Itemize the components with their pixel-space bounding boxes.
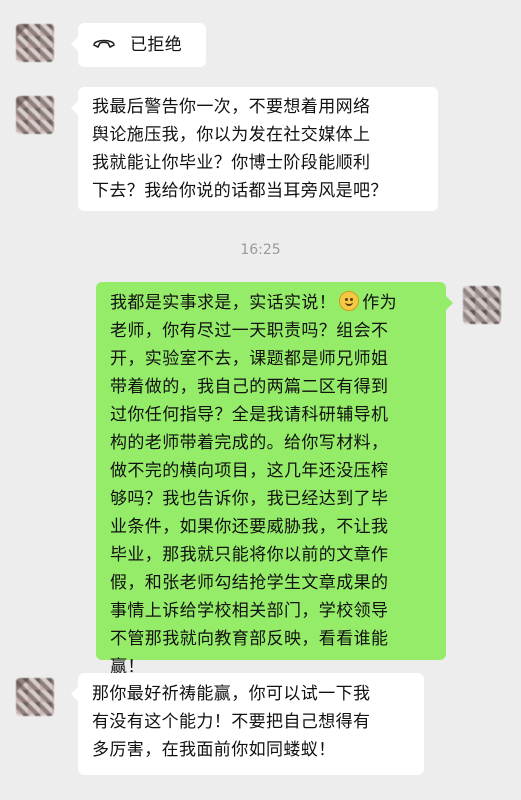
- message-text-line: 舆论施压我，你以为发在社交媒体上: [92, 125, 371, 145]
- message-bubble-incoming[interactable]: 那你最好祈祷能赢，你可以试一下我 有没有这个能力！不要把自己想得有 多厉害，在我…: [71, 673, 424, 775]
- message-text-line: 过你任何指导？全是我请科研辅导机: [110, 405, 389, 425]
- message-text-line: 做不完的横向项目，这几年还没压榨: [110, 461, 389, 481]
- message-timestamp: 16:25: [240, 242, 281, 258]
- message-text-line: 假，和张老师勾结抢学生文章成果的: [110, 573, 389, 593]
- message-text-line: 毕业，那我就只能将你以前的文章作: [110, 545, 389, 565]
- contact-avatar[interactable]: [16, 24, 54, 62]
- message-text-segment: 作为: [362, 293, 398, 313]
- call-declined-bubble[interactable]: 已拒绝: [71, 23, 206, 67]
- message-text-line: 开，实验室不去，课题都是师兄师姐: [110, 349, 389, 369]
- phone-hangup-icon: [92, 31, 116, 59]
- self-avatar[interactable]: [463, 286, 501, 324]
- message-text-line: 事情上诉给学校相关部门，学校领导: [110, 601, 389, 621]
- message-text-line: 我就能让你毕业？你博士阶段能顺利: [92, 153, 371, 173]
- message-text-segment: 我都是实事求是，实话实说！: [110, 293, 337, 313]
- message-bubble-outgoing[interactable]: 我都是实事求是，实话实说！ 作为 老师，你有尽过一天职责吗？组会不 开，实验室不去…: [96, 282, 453, 677]
- message-text-line: 那你最好祈祷能赢，你可以试一下我: [92, 684, 371, 704]
- message-text-line: 我都是实事求是，实话实说！ 作为: [110, 289, 432, 317]
- message-text-line: 下去？我给你说的话都当耳旁风是吧？: [92, 181, 388, 201]
- call-status-text: 已拒绝: [130, 35, 183, 55]
- message-text-line: 不管那我就向教育部反映，看看谁能: [110, 629, 389, 649]
- message-bubble-incoming[interactable]: 我最后警告你一次，不要想着用网络 舆论施压我，你以为发在社交媒体上 我就能让你毕…: [71, 87, 438, 211]
- message-text-line: 带着做的，我自己的两篇二区有得到: [110, 377, 389, 397]
- message-text-line: 业条件，如果你还要威胁我，不让我: [110, 517, 389, 537]
- contact-avatar[interactable]: [16, 678, 54, 716]
- message-text-line: 够吗？我也告诉你，我已经达到了毕: [110, 489, 389, 509]
- smiling-face-icon: [339, 291, 360, 311]
- contact-avatar[interactable]: [16, 96, 54, 134]
- message-text-line: 我最后警告你一次，不要想着用网络: [92, 97, 371, 117]
- message-text-line: 构的老师带着完成的。给你写材料，: [110, 433, 389, 453]
- message-text-line: 有没有这个能力！不要把自己想得有: [92, 712, 371, 732]
- message-text-line: 多厉害，在我面前你如同蝼蚁！: [92, 740, 336, 760]
- message-text-line: 老师，你有尽过一天职责吗？组会不: [110, 321, 389, 341]
